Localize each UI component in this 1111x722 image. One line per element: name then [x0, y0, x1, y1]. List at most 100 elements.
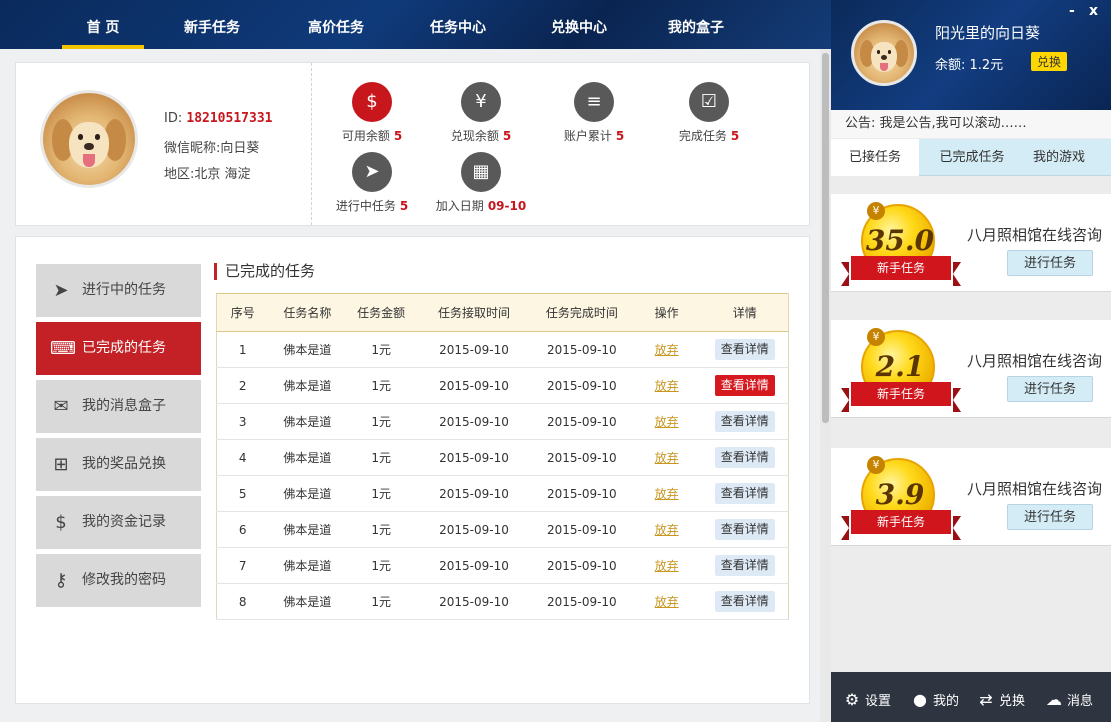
check-box-icon: ☑	[689, 82, 729, 122]
nav-newbie-tasks[interactable]: 新手任务	[176, 0, 248, 49]
nav-task-center[interactable]: 任务中心	[422, 0, 494, 49]
detail-cell: 查看详情	[701, 583, 789, 620]
nav-high-price-tasks[interactable]: 高价任务	[300, 0, 372, 49]
finish-time: 2015-09-10	[531, 583, 632, 620]
wechat-label: 微信昵称:	[164, 141, 221, 156]
stat-completed-tasks[interactable]: ☑ 完成任务 5	[654, 82, 764, 144]
stat-available-balance[interactable]: $ 可用余额 5	[317, 82, 427, 144]
col-no: 序号	[216, 293, 269, 332]
sidebar-item-funds[interactable]: $ 我的资金记录	[36, 496, 201, 549]
finish-time: 2015-09-10	[531, 511, 632, 548]
row-no: 5	[216, 475, 269, 512]
view-detail-button[interactable]: 查看详情	[714, 411, 775, 432]
row-no: 3	[216, 403, 269, 440]
right-panel: 阳光里的向日葵 余额: 1.2元 兑换 - x 公告: 我是公告,我可以滚动………	[831, 0, 1111, 722]
table-row: 7 佛本是道 1元 2015-09-10 2015-09-10 放弃 查看详情	[216, 547, 789, 584]
start-task-button[interactable]: 进行任务	[1007, 250, 1093, 276]
nav-exchange-center[interactable]: 兑换中心	[543, 0, 615, 49]
footer-messages[interactable]: ☁ 消息	[1045, 672, 1093, 722]
user-id-value: 18210517331	[186, 111, 273, 126]
abandon-link[interactable]: 放弃	[655, 415, 679, 429]
start-task-button[interactable]: 进行任务	[1007, 376, 1093, 402]
footer-mine[interactable]: ● 我的	[911, 672, 959, 722]
view-detail-button[interactable]: 查看详情	[714, 483, 775, 504]
stat-join-date[interactable]: ▦ 加入日期 09-10	[426, 152, 536, 214]
gift-icon: ⊞	[53, 454, 69, 475]
row-no: 8	[216, 583, 269, 620]
scroll-thumb[interactable]	[822, 53, 829, 423]
task-card: ¥3.9 新手任务 八月照相馆在线咨询 进行任务	[831, 448, 1111, 546]
tab-my-games[interactable]: 我的游戏	[1019, 139, 1099, 176]
sidebar-item-ongoing[interactable]: ➤ 进行中的任务	[36, 264, 201, 317]
card-title: 八月照相馆在线咨询	[967, 480, 1103, 498]
minimize-button[interactable]: -	[1069, 3, 1075, 19]
operation-cell: 放弃	[631, 583, 702, 620]
task-amount: 1元	[346, 475, 417, 512]
sidebar-item-completed[interactable]: ⌨ 已完成的任务	[36, 322, 201, 375]
footer-exchange[interactable]: ⇄ 兑换	[977, 672, 1025, 722]
avatar	[40, 90, 138, 188]
profile-card: ID: 18210517331 微信昵称:向日葵 地区:北京 海淀 $ 可用余额…	[15, 62, 810, 226]
start-task-button[interactable]: 进行任务	[1007, 504, 1093, 530]
task-name: 佛本是道	[268, 475, 347, 512]
abandon-link[interactable]: 放弃	[655, 379, 679, 393]
col-finish-time: 任务完成时间	[531, 293, 632, 332]
table-row: 6 佛本是道 1元 2015-09-10 2015-09-10 放弃 查看详情	[216, 511, 789, 548]
abandon-link[interactable]: 放弃	[655, 343, 679, 357]
table-row: 1 佛本是道 1元 2015-09-10 2015-09-10 放弃 查看详情	[216, 331, 789, 368]
user-avatar	[851, 20, 917, 86]
right-tabs: 已接任务 已完成任务 我的游戏	[831, 139, 1111, 176]
ribbon-label: 新手任务	[841, 510, 961, 540]
dollar-icon: $	[352, 82, 392, 122]
operation-cell: 放弃	[631, 331, 702, 368]
view-detail-button[interactable]: 查看详情	[714, 591, 775, 612]
exchange-button[interactable]: 兑换	[1031, 52, 1068, 71]
sidebar-item-messages[interactable]: ✉ 我的消息盒子	[36, 380, 201, 433]
accept-time: 2015-09-10	[416, 583, 532, 620]
vertical-scrollbar[interactable]	[820, 49, 831, 722]
nav-my-box[interactable]: 我的盒子	[660, 0, 732, 49]
profile-divider	[311, 63, 312, 225]
stat-withdraw-balance[interactable]: ¥ 兑现余额 5	[426, 82, 536, 144]
accept-time: 2015-09-10	[416, 511, 532, 548]
top-navigation: 首 页 新手任务 高价任务 任务中心 兑换中心 我的盒子	[0, 0, 831, 49]
view-detail-button[interactable]: 查看详情	[714, 555, 775, 576]
abandon-link[interactable]: 放弃	[655, 523, 679, 537]
abandon-link[interactable]: 放弃	[655, 559, 679, 573]
col-detail: 详情	[701, 293, 789, 332]
sidebar-item-password[interactable]: ⚷ 修改我的密码	[36, 554, 201, 607]
tab-completed[interactable]: 已完成任务	[925, 139, 1019, 176]
task-name: 佛本是道	[268, 403, 347, 440]
footer-bar: ⚙ 设置 ● 我的 ⇄ 兑换 ☁ 消息	[831, 672, 1111, 722]
sidebar-item-prizes[interactable]: ⊞ 我的奖品兑换	[36, 438, 201, 491]
abandon-link[interactable]: 放弃	[655, 451, 679, 465]
tab-accepted[interactable]: 已接任务	[831, 139, 919, 176]
operation-cell: 放弃	[631, 547, 702, 584]
view-detail-button[interactable]: 查看详情	[714, 339, 775, 360]
finish-time: 2015-09-10	[531, 439, 632, 476]
detail-cell: 查看详情	[701, 475, 789, 512]
abandon-link[interactable]: 放弃	[655, 487, 679, 501]
task-amount: 1元	[346, 511, 417, 548]
accept-time: 2015-09-10	[416, 367, 532, 404]
stat-ongoing-tasks[interactable]: ➤ 进行中任务 5	[317, 152, 427, 214]
close-button[interactable]: x	[1089, 3, 1098, 19]
footer-settings[interactable]: ⚙ 设置	[843, 672, 891, 722]
view-detail-button[interactable]: 查看详情	[714, 447, 775, 468]
row-no: 2	[216, 367, 269, 404]
table-row: 8 佛本是道 1元 2015-09-10 2015-09-10 放弃 查看详情	[216, 583, 789, 620]
abandon-link[interactable]: 放弃	[655, 595, 679, 609]
nav-home[interactable]: 首 页	[62, 0, 144, 49]
ribbon-label: 新手任务	[841, 382, 961, 412]
accept-time: 2015-09-10	[416, 439, 532, 476]
view-detail-button[interactable]: 查看详情	[714, 519, 775, 540]
view-detail-button[interactable]: 查看详情	[714, 375, 775, 396]
stat-account-total[interactable]: ≡ 账户累计 5	[539, 82, 649, 144]
task-name: 佛本是道	[268, 439, 347, 476]
finish-time: 2015-09-10	[531, 331, 632, 368]
exchange-icon: ⇄	[979, 690, 993, 709]
detail-cell: 查看详情	[701, 403, 789, 440]
task-amount: 1元	[346, 439, 417, 476]
calendar-icon: ▦	[461, 152, 501, 192]
col-operation: 操作	[631, 293, 702, 332]
